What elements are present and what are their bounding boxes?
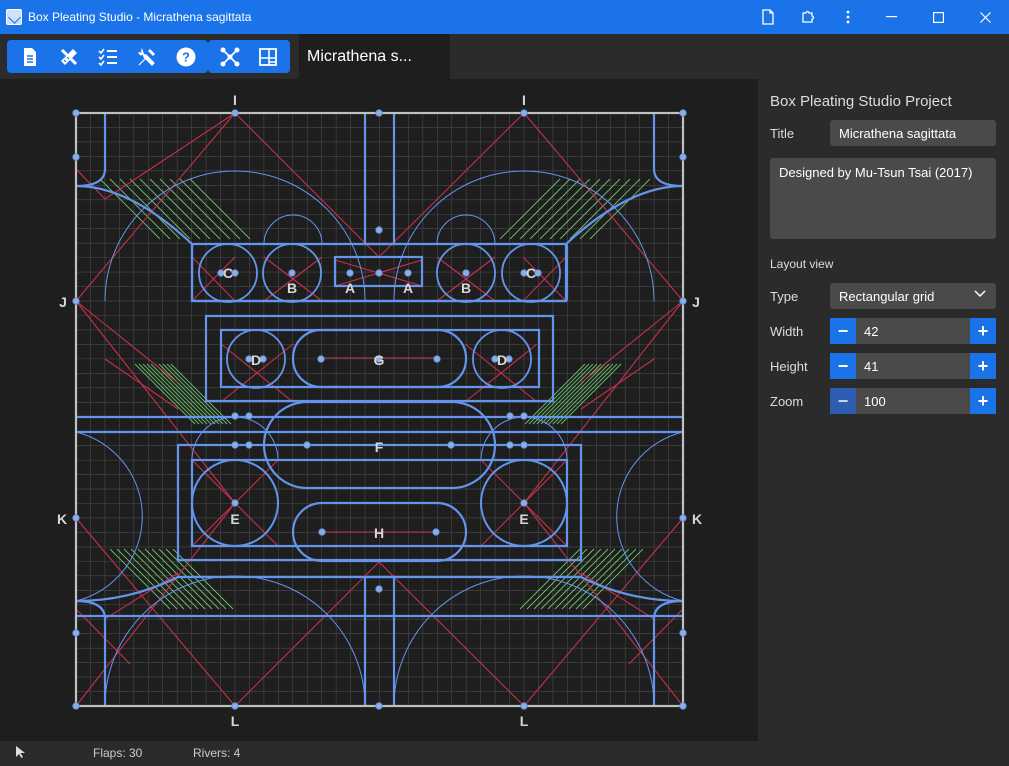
flap-label-d[interactable]: D [251,352,261,368]
tree-view-icon [220,47,240,66]
tools-button[interactable] [49,40,88,73]
flap-label-a[interactable]: A [403,280,413,296]
width-input[interactable]: 42 [856,318,970,344]
help-button[interactable]: ? [166,40,205,73]
description-textarea[interactable]: Designed by Mu-Tsun Tsai (2017) [770,158,996,239]
height-label: Height [770,359,808,374]
new-file-icon[interactable] [748,0,788,34]
width-stepper: − 42 + [830,318,996,344]
panel-title: Box Pleating Studio Project [770,93,952,110]
height-increment-button[interactable]: + [970,353,996,379]
zoom-input[interactable]: 100 [856,388,970,414]
main-toolbar: ? Micrathena s... [0,34,1009,79]
app-icon [6,9,22,25]
flap-label-b[interactable]: B [461,280,471,296]
window-title: Box Pleating Studio - Micrathena sagitta… [28,10,252,24]
tool-group-main: ? [7,40,208,73]
flap-label-k[interactable]: K [692,511,702,527]
maximize-button[interactable] [915,0,962,34]
height-decrement-button[interactable]: − [830,353,856,379]
wrench-screwdriver-icon [137,47,155,66]
crease-pattern[interactable]: I I J J K K L L A A B B C C D D G F E E … [0,79,758,741]
flap-label-e[interactable]: E [519,511,528,527]
flap-label-b[interactable]: B [287,280,297,296]
zoom-stepper: − 100 + [830,388,996,414]
flap-label-d[interactable]: D [497,352,507,368]
title-label: Title [770,126,795,141]
more-menu-icon[interactable] [828,0,868,34]
flap-label-l[interactable]: L [231,713,240,729]
layout-view-icon [259,47,277,66]
grid-type-select[interactable]: Rectangular grid [830,283,996,309]
width-increment-button[interactable]: + [970,318,996,344]
height-stepper: − 41 + [830,353,996,379]
flap-label-f[interactable]: F [375,439,384,455]
flaps-count: Flaps: 30 [93,746,143,760]
tab-project[interactable]: Micrathena s... [299,34,450,79]
minimize-button[interactable] [868,0,915,34]
flap-label-h[interactable]: H [374,525,384,541]
flap-label-j[interactable]: J [59,294,67,310]
extension-icon[interactable] [788,0,828,34]
title-bar: Box Pleating Studio - Micrathena sagitta… [0,0,1009,34]
file-button[interactable] [10,40,49,73]
file-icon [23,47,36,66]
flap-label-c[interactable]: C [526,265,536,281]
tool-group-view [208,40,290,73]
title-bar-controls [748,0,1009,34]
tree-view-button[interactable] [211,40,249,73]
flap-label-j[interactable]: J [692,294,700,310]
flap-label-i[interactable]: I [233,92,237,108]
checklist-button[interactable] [88,40,127,73]
pencil-ruler-icon [60,48,77,65]
flap-label-i[interactable]: I [522,92,526,108]
zoom-increment-button[interactable]: + [970,388,996,414]
flap-label-a[interactable]: A [345,280,355,296]
rivers-count: Rivers: 4 [193,746,241,760]
flap-label-g[interactable]: G [374,352,385,368]
properties-panel: Box Pleating Studio Project Title Micrat… [758,79,1009,741]
checklist-icon [97,48,117,66]
flap-label-l[interactable]: L [520,713,529,729]
width-decrement-button[interactable]: − [830,318,856,344]
flap-label-c[interactable]: C [223,265,233,281]
zoom-decrement-button[interactable]: − [830,388,856,414]
help-icon: ? [176,47,195,66]
tab-project-label: Micrathena s... [307,47,412,65]
flap-label-e[interactable]: E [230,511,239,527]
layout-view-button[interactable] [249,40,287,73]
svg-text:?: ? [182,49,190,64]
close-button[interactable] [962,0,1009,34]
flap-label-k[interactable]: K [57,511,67,527]
design-canvas[interactable]: I I J J K K L L A A B B C C D D G F E E … [0,79,758,741]
type-label: Type [770,289,799,304]
status-bar: Flaps: 30 Rivers: 4 [0,741,1009,766]
title-input[interactable]: Micrathena sagittata [830,120,996,146]
grid-type-value: Rectangular grid [839,288,935,304]
height-input[interactable]: 41 [856,353,970,379]
settings-button[interactable] [127,40,166,73]
width-label: Width [770,324,804,339]
zoom-label: Zoom [770,394,804,409]
chevron-down-icon [974,289,986,301]
layout-section-heading: Layout view [770,257,834,271]
pointer-icon[interactable] [15,745,27,762]
